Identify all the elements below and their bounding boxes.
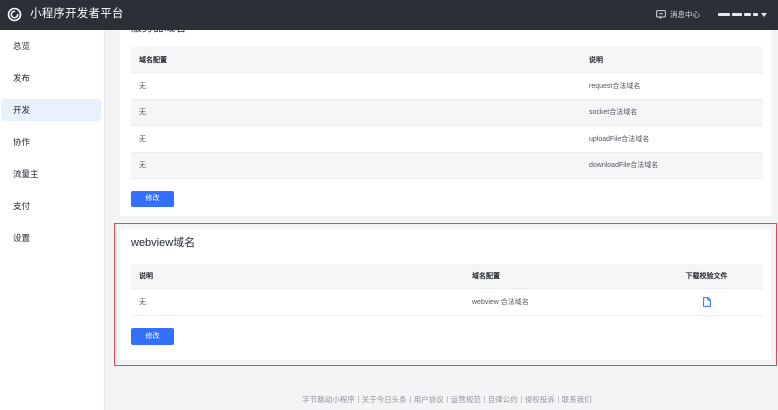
footer-link[interactable]: 字节跳动小程序 bbox=[302, 394, 355, 405]
sidebar-item-label: 总览 bbox=[13, 41, 31, 51]
webview-domain-table: 说明 域名配置 下载校验文件 无 webview 合法域名 bbox=[131, 264, 763, 316]
sidebar-item-traffic-owner[interactable]: 流量主 bbox=[1, 163, 101, 185]
footer-link[interactable]: 自律公约 bbox=[488, 394, 518, 405]
redacted-bar bbox=[753, 13, 758, 16]
cell-domain-config: 无 bbox=[139, 162, 146, 170]
edit-server-domain-button[interactable]: 修改 bbox=[131, 191, 174, 207]
footer-separator bbox=[557, 395, 559, 403]
redacted-bar bbox=[744, 13, 751, 16]
sidebar-item-label: 发布 bbox=[13, 73, 31, 83]
footer-link[interactable]: 用户协议 bbox=[414, 394, 444, 405]
cell-domain-config: webview 合法域名 bbox=[472, 299, 529, 306]
server-domain-card: 服务器域名 域名配置 说明 无 request合法域名 无 socket合法域名… bbox=[120, 0, 771, 216]
table-row: 无 socket合法域名 bbox=[131, 99, 763, 126]
column-header-description: 说明 bbox=[589, 56, 603, 64]
column-header-download-file: 下载校验文件 bbox=[685, 273, 728, 280]
sidebar-item-release[interactable]: 发布 bbox=[1, 67, 101, 89]
cell-domain-config: 无 bbox=[139, 135, 146, 143]
sidebar: 总览 发布 开发 协作 流量主 支付 设置 bbox=[0, 30, 105, 410]
footer-link[interactable]: 关于今日头条 bbox=[362, 394, 407, 405]
section-title: webview域名 bbox=[131, 237, 196, 249]
sidebar-item-label: 设置 bbox=[13, 233, 31, 243]
message-center-label: 消息中心 bbox=[670, 10, 700, 19]
footer-link[interactable]: 侵权投诉 bbox=[525, 394, 555, 405]
table-header-row: 域名配置 说明 bbox=[131, 47, 763, 73]
table-header-row: 说明 域名配置 下载校验文件 bbox=[131, 264, 763, 289]
logo-icon bbox=[7, 7, 22, 22]
sidebar-item-overview[interactable]: 总览 bbox=[1, 35, 101, 57]
user-menu[interactable] bbox=[718, 10, 767, 19]
edit-webview-domain-button[interactable]: 修改 bbox=[131, 328, 174, 345]
download-file-icon[interactable] bbox=[702, 297, 711, 307]
webview-domain-card: webview域名 说明 域名配置 下载校验文件 无 webview 合法域名 bbox=[120, 229, 771, 360]
sidebar-item-label: 流量主 bbox=[13, 169, 39, 179]
redacted-bar bbox=[732, 13, 742, 16]
cell-description: downloadFile合法域名 bbox=[589, 162, 659, 170]
column-header-description: 说明 bbox=[139, 273, 153, 280]
footer-separator bbox=[357, 395, 359, 403]
sidebar-item-payment[interactable]: 支付 bbox=[1, 195, 101, 217]
chevron-down-icon bbox=[761, 12, 767, 17]
footer-separator bbox=[483, 395, 485, 403]
footer-link[interactable]: 运营规范 bbox=[451, 394, 481, 405]
platform-title: 小程序开发者平台 bbox=[30, 8, 124, 20]
redacted-username bbox=[718, 13, 758, 16]
sidebar-item-label: 协作 bbox=[13, 137, 31, 147]
footer-separator bbox=[446, 395, 448, 403]
footer-link[interactable]: 联系我们 bbox=[562, 394, 592, 405]
sidebar-item-collaboration[interactable]: 协作 bbox=[1, 131, 101, 153]
server-domain-table: 域名配置 说明 无 request合法域名 无 socket合法域名 无 upl… bbox=[131, 47, 763, 179]
brand[interactable]: 小程序开发者平台 bbox=[7, 6, 124, 23]
table-row: 无 downloadFile合法域名 bbox=[131, 152, 763, 179]
footer-separator bbox=[409, 395, 411, 403]
column-header-domain-config: 域名配置 bbox=[472, 273, 500, 280]
sidebar-item-settings[interactable]: 设置 bbox=[1, 227, 101, 249]
sidebar-item-label: 开发 bbox=[13, 105, 31, 115]
message-center-link[interactable]: 消息中心 bbox=[656, 9, 700, 20]
table-row: 无 request合法域名 bbox=[131, 73, 763, 100]
footer-separator bbox=[520, 395, 522, 403]
main-content: 服务器域名 域名配置 说明 无 request合法域名 无 socket合法域名… bbox=[106, 0, 778, 410]
sidebar-item-label: 支付 bbox=[13, 201, 31, 211]
table-row: 无 uploadFile合法域名 bbox=[131, 126, 763, 153]
redacted-bar bbox=[718, 13, 730, 16]
cell-domain-config: 无 bbox=[139, 82, 146, 90]
cell-description: request合法域名 bbox=[589, 82, 641, 90]
column-header-domain-config: 域名配置 bbox=[139, 56, 167, 64]
table-row: 无 webview 合法域名 bbox=[131, 289, 763, 316]
cell-domain-config: 无 bbox=[139, 109, 146, 117]
cell-description: 无 bbox=[139, 299, 146, 306]
cell-description: uploadFile合法域名 bbox=[589, 135, 650, 143]
sidebar-item-develop[interactable]: 开发 bbox=[1, 99, 101, 121]
message-icon bbox=[656, 10, 666, 19]
cell-description: socket合法域名 bbox=[589, 109, 638, 117]
cell-download-file bbox=[650, 289, 763, 315]
footer: 字节跳动小程序 关于今日头条 用户协议 运营规范 自律公约 侵权投诉 联系我们 bbox=[106, 393, 778, 405]
top-bar: 小程序开发者平台 消息中心 bbox=[0, 0, 778, 30]
